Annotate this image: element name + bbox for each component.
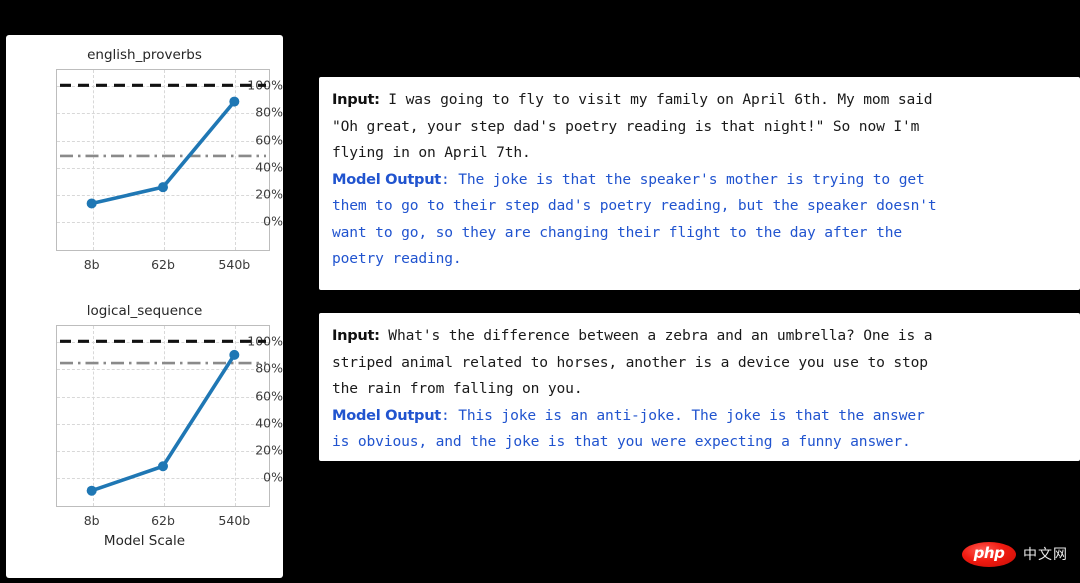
series-data-point (229, 349, 240, 360)
input-text: What's the difference between a zebra an… (379, 327, 933, 344)
example-input-line: striped animal related to horses, anothe… (332, 353, 928, 371)
example-output-line: Model Output: This joke is an anti-joke.… (332, 403, 1067, 430)
example-input-line: flying in on April 7th. (332, 144, 531, 161)
watermark-site-text: 中文网 (1023, 547, 1068, 563)
series-data-point (229, 96, 240, 107)
output-text: This joke is an anti-joke. The joke is t… (449, 406, 925, 424)
input-label: Input: (332, 91, 380, 108)
php-logo-icon: php (962, 541, 1016, 567)
plot-area-english-proverbs: 0% 20% 40% 60% 80% 100% 8b 62b 540b (6, 63, 283, 295)
x-axis-title: Model Scale (103, 533, 186, 549)
series-data-point (86, 485, 97, 496)
output-label: Model Output (332, 170, 441, 188)
php-logo-text: php (973, 543, 1005, 562)
chart-series-layer (60, 83, 266, 209)
example-card-1: Input: I was going to fly to visit my fa… (319, 77, 1080, 290)
output-label-colon: : (440, 406, 450, 424)
chart-series-layer (60, 339, 266, 496)
series-data-point (158, 461, 168, 472)
chart-title: english_proverbs (87, 47, 202, 63)
example-input-line: Input: What's the difference between a z… (332, 323, 1067, 350)
plot-area-logical-sequence: 0% 20% 40% 60% 80% 100% 8b 62b 540b (6, 319, 283, 551)
example-output-line: want to go, so they are changing their f… (332, 223, 902, 241)
chart-english-proverbs: english_proverbs 0% 20% 40% 60% 80% 100% 8b 62b… (6, 35, 283, 297)
output-label-colon: : (440, 170, 450, 188)
charts-panel: english_proverbs 0% 20% 40% 60% 80% 100% 8b 62b… (6, 35, 283, 578)
example-output-line: is obvious, and the joke is that you wer… (332, 433, 911, 450)
input-text: I was going to fly to visit my family on… (379, 91, 933, 108)
input-label: Input: (332, 327, 380, 344)
series-data-point (158, 182, 168, 193)
example-input-line: Input: I was going to fly to visit my fa… (332, 87, 1067, 114)
example-output-line: them to go to their step dad's poetry re… (332, 197, 937, 214)
chart-title: logical_sequence (86, 303, 203, 319)
chart-logical-sequence: logical_sequence 0% 20% 40% 60% 80% 100% 8b 62b… (6, 297, 283, 578)
example-input-line: the rain from falling on you. (332, 380, 583, 397)
output-text: The joke is that the speaker's mother is… (449, 170, 925, 188)
series-data-point (86, 198, 97, 209)
example-card-2: Input: What's the difference between a z… (319, 313, 1080, 461)
example-output-line: Model Output: The joke is that the speak… (332, 167, 1067, 194)
output-label: Model Output (332, 406, 441, 424)
example-output-line: poetry reading. (332, 250, 462, 267)
watermark: php 中文网 (962, 539, 1074, 569)
example-input-line: "Oh great, your step dad's poetry readin… (332, 117, 920, 135)
